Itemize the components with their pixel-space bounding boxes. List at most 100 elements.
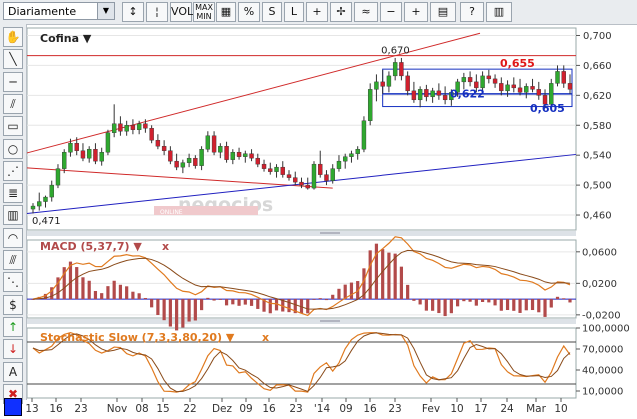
- x-tick-label: 16: [363, 403, 377, 415]
- x-tick-label: 23: [74, 403, 87, 415]
- macd-histogram-bar: [224, 299, 229, 306]
- candle-body: [411, 90, 417, 101]
- candle-body: [155, 140, 161, 147]
- zoom-in-button[interactable]: +: [404, 2, 428, 22]
- percent-button[interactable]: %: [238, 2, 260, 22]
- speed-lines-tool-icon[interactable]: ⋱: [3, 272, 23, 293]
- dollar-tool-icon[interactable]: $: [3, 294, 23, 315]
- chevron-down-icon[interactable]: ▼: [97, 3, 114, 19]
- macd-histogram-bar: [562, 298, 566, 300]
- channel-tool-icon[interactable]: ⫻: [3, 250, 23, 270]
- print-button[interactable]: ▤: [430, 2, 456, 22]
- hand-tool-icon[interactable]: ✋: [3, 27, 23, 47]
- price-tick-label: 0,620: [583, 91, 612, 102]
- arrow-down-tool-icon[interactable]: ↓: [3, 339, 23, 360]
- candle-body: [511, 84, 517, 89]
- arrow-up-tool-icon[interactable]: ↑: [3, 316, 23, 337]
- macd-histogram-bar: [137, 293, 141, 300]
- x-tick-label: 10: [450, 403, 463, 415]
- stoch-tick-label: 70,0000: [582, 345, 623, 356]
- min-max-button[interactable]: MAX MIN: [193, 2, 215, 22]
- candle-body: [130, 125, 136, 130]
- crosshair-button[interactable]: +: [306, 2, 328, 22]
- macd-close-icon[interactable]: x: [162, 240, 169, 253]
- x-tick-label: 08: [135, 403, 148, 415]
- x-tick-label: 10: [554, 403, 567, 415]
- candle-body: [486, 75, 492, 80]
- stochastic-splitter: [27, 319, 576, 324]
- text-tool-icon[interactable]: A: [3, 361, 23, 382]
- macd-histogram-bar: [393, 253, 397, 300]
- candles-type-button[interactable]: ¦: [146, 2, 168, 22]
- vol-button[interactable]: VOL: [170, 2, 193, 22]
- color-picker-swatch[interactable]: [4, 398, 22, 416]
- help-button[interactable]: ?: [460, 2, 484, 22]
- stoch-tick-label: 40,0000: [582, 366, 623, 377]
- zoom-out-button[interactable]: −: [380, 2, 402, 22]
- candle-body: [280, 166, 285, 175]
- macd-histogram-bar: [337, 288, 341, 300]
- macd-histogram-bar: [106, 286, 110, 300]
- semilog-button[interactable]: S: [262, 2, 282, 22]
- stoch-title: Stochastic Slow (7,3,3,80,20) ▼: [40, 331, 235, 344]
- macd-histogram-bar: [318, 298, 322, 300]
- candle-body: [311, 163, 317, 189]
- macd-histogram-bar: [218, 299, 222, 300]
- stoch-close-icon[interactable]: x: [262, 331, 269, 344]
- crosshair-move-button[interactable]: ✢: [330, 2, 352, 22]
- candle-body: [517, 87, 523, 93]
- candle-body: [168, 150, 173, 162]
- candle-body: [274, 166, 279, 172]
- macd-histogram-bar: [387, 252, 391, 300]
- candle-body: [505, 84, 510, 92]
- period-select[interactable]: Diariamente ▼: [3, 2, 115, 20]
- period-select-value: Diariamente: [8, 5, 77, 18]
- macd-histogram-bar: [381, 249, 385, 300]
- candle-body: [343, 156, 348, 162]
- candle-body: [399, 62, 404, 77]
- x-tick-label: 15: [156, 403, 169, 415]
- candle-body: [405, 75, 410, 92]
- wave-button[interactable]: ≈: [354, 2, 378, 22]
- fan-tool-icon[interactable]: ⋰: [3, 160, 23, 181]
- line-tool-icon[interactable]: ─: [3, 71, 23, 92]
- price-tick-label: 0,500: [583, 181, 612, 192]
- retracement-tool-icon[interactable]: ▥: [3, 205, 23, 226]
- candle-body: [361, 120, 367, 150]
- candle-body: [536, 89, 541, 96]
- parallel-tool-icon[interactable]: ⫽: [3, 93, 23, 114]
- linear-button[interactable]: L: [284, 2, 304, 22]
- candle-body: [492, 78, 498, 84]
- macd-histogram-bar: [431, 299, 435, 311]
- candle-body: [392, 62, 398, 77]
- book-button[interactable]: ▥: [486, 2, 512, 22]
- macd-histogram-bar: [456, 299, 460, 307]
- rectangle-tool-icon[interactable]: ▭: [3, 116, 23, 137]
- macd-histogram-bar: [480, 299, 485, 302]
- x-tick-label: 16: [49, 403, 63, 415]
- candle-body: [211, 135, 217, 153]
- candle-body: [180, 162, 186, 168]
- macd-histogram-bar: [193, 299, 197, 321]
- circle-tool-icon[interactable]: ○: [3, 138, 23, 159]
- trendline-tool-icon[interactable]: ╲: [3, 49, 23, 70]
- bars-type-button[interactable]: ↕: [122, 2, 144, 22]
- price-tick-label: 0,460: [583, 211, 612, 222]
- candle-body: [293, 177, 298, 183]
- grid-button[interactable]: ▦: [216, 2, 236, 22]
- price-title: Cofina ▼: [40, 32, 92, 45]
- candle-body: [193, 157, 198, 166]
- chart-canvas[interactable]: 0,4600,5000,5400,5800,6200,6600,700negoc…: [0, 0, 637, 419]
- x-tick-label: '14: [314, 403, 331, 415]
- fibonacci-tool-icon[interactable]: ≣: [3, 183, 23, 204]
- macd-histogram-bar: [143, 297, 147, 300]
- macd-histogram-bar: [524, 299, 528, 311]
- candle-body: [318, 163, 323, 175]
- annotation-mid: 0,622: [450, 88, 485, 101]
- macd-histogram-bar: [512, 299, 516, 311]
- arc-tool-icon[interactable]: ◠: [3, 227, 23, 248]
- x-tick-label: 22: [183, 403, 196, 415]
- candle-body: [467, 77, 473, 83]
- macd-histogram-bar: [112, 280, 116, 300]
- candle-body: [99, 151, 104, 162]
